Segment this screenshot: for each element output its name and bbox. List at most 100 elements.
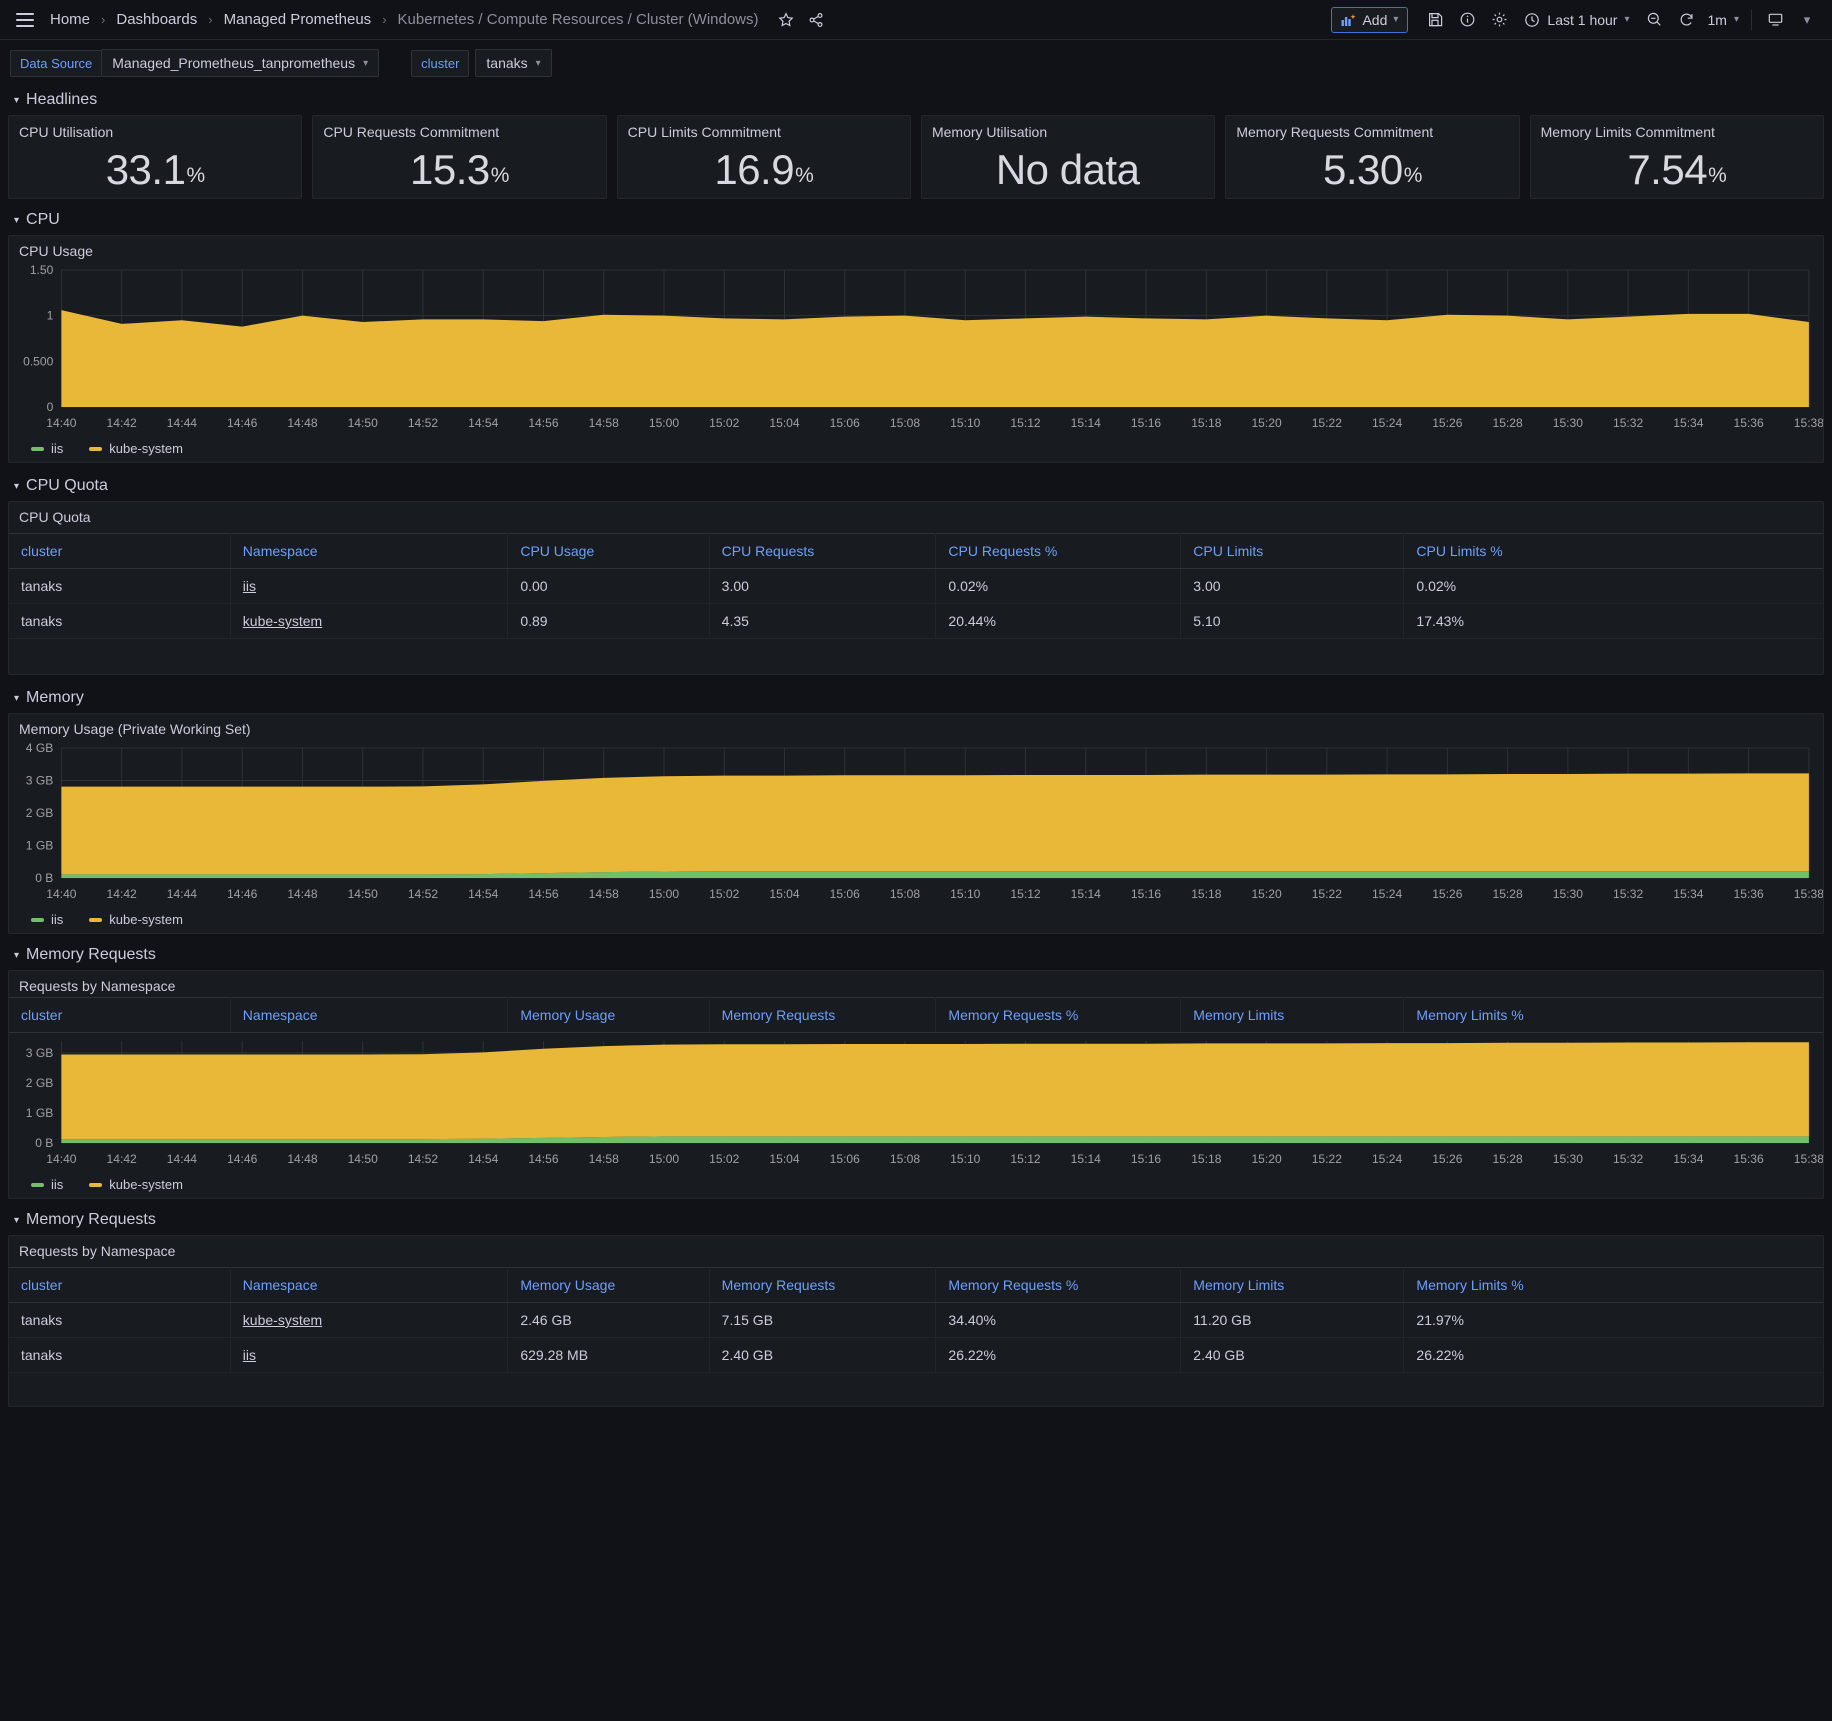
column-header-memory-requests[interactable]: Memory Requests % [935,1267,1182,1303]
chart-memory-usage[interactable]: 4 GB 3 GB 2 GB 1 GB 0 B 14:40 14:42 14:44 14:46 1… [9,740,1823,908]
breadcrumb-item-dashboard-title[interactable]: Kubernetes / Compute Resources / Cluster… [396,11,761,28]
info-icon[interactable] [1452,5,1482,35]
stat-panel-memory-utilisation[interactable]: Memory Utilisation No data [920,115,1216,199]
table-cell: 0.02% [1403,568,1823,604]
namespace-link[interactable]: iis [243,1347,256,1363]
legend-item[interactable]: iis [31,912,63,927]
stat-panel-memory-limits-commitment[interactable]: Memory Limits Commitment 7.54% [1529,115,1824,199]
column-header-memory-requests[interactable]: Memory Requests % [935,997,1182,1033]
column-header-namespace[interactable]: Namespace [230,533,509,569]
column-header-memory-limits[interactable]: Memory Limits % [1403,997,1823,1033]
column-header-cpu-requests[interactable]: CPU Requests [709,533,937,569]
x-axis-tick-label: 15:00 [649,416,680,430]
column-header-cluster[interactable]: cluster [9,1267,231,1303]
x-axis-tick-label: 15:12 [1010,887,1041,901]
panel-title-requests-by-namespace-table: Requests by Namespace [19,1243,176,1259]
zoom-out-time-icon[interactable] [1640,5,1670,35]
star-icon[interactable] [771,5,801,35]
column-header-cluster[interactable]: cluster [9,533,231,569]
breadcrumb-separator-icon: › [208,12,213,27]
x-axis-tick-label: 15:36 [1734,416,1765,430]
namespace-link[interactable]: iis [243,578,256,594]
table-cell: 3.00 [709,568,937,604]
table-cell: 629.28 MB [507,1337,710,1373]
x-axis-tick-label: 15:18 [1191,416,1222,430]
table-cell: 5.10 [1180,603,1405,639]
legend-item[interactable]: kube-system [89,912,183,927]
column-header-memory-usage[interactable]: Memory Usage [507,997,710,1033]
legend-swatch-iis [31,917,44,922]
stat-panel-cpu-limits-commitment[interactable]: CPU Limits Commitment 16.9% [616,115,911,199]
stat-value-wrap: 15.3% [313,142,605,198]
row-header-cpu-quota[interactable]: ▾ CPU Quota [0,471,1832,501]
share-icon[interactable] [801,5,831,35]
table-cell: 26.22% [1403,1337,1823,1373]
stat-panel-cpu-requests-commitment[interactable]: CPU Requests Commitment 15.3% [312,115,607,199]
chart-requests-by-namespace[interactable]: 3 GB 2 GB 1 GB 0 B 14:40 14:42 14:44 14:46 14:48… [9,1033,1823,1173]
column-header-cpu-limits[interactable]: CPU Limits % [1403,533,1823,569]
time-range-picker[interactable]: Last 1 hour ▾ [1516,5,1637,35]
legend-item[interactable]: iis [31,441,63,456]
column-header-memory-usage[interactable]: Memory Usage [507,1267,710,1303]
row-header-memory-requests[interactable]: ▾ Memory Requests [0,940,1832,970]
x-axis-tick-label: 15:36 [1734,1152,1765,1166]
chevron-down-icon: ▾ [1624,14,1630,25]
kiosk-dropdown-icon[interactable]: ▾ [1792,5,1822,35]
tv-kiosk-icon[interactable] [1760,5,1790,35]
column-header-cluster[interactable]: cluster [9,997,231,1033]
add-button-label: Add [1362,11,1388,28]
gear-icon[interactable] [1484,5,1514,35]
column-header-cpu-limits[interactable]: CPU Limits [1180,533,1405,569]
x-axis-tick-label: 15:22 [1312,1152,1343,1166]
namespace-link[interactable]: kube-system [243,613,322,629]
x-axis-tick-label: 14:48 [287,1152,318,1166]
column-header-namespace[interactable]: Namespace [230,1267,509,1303]
x-axis-tick-label: 15:30 [1553,416,1584,430]
column-header-memory-requests[interactable]: Memory Requests [709,997,937,1033]
table-cell: kube-system [230,1302,509,1338]
row-header-headlines-label: Headlines [26,91,98,108]
breadcrumb-item-dashboards[interactable]: Dashboards [114,11,199,28]
column-header-memory-limits[interactable]: Memory Limits % [1403,1267,1823,1303]
row-header-headlines[interactable]: ▾ Headlines [0,85,1832,115]
chevron-down-icon: ▾ [14,692,20,704]
table-row: tanaks kube-system 0.89 4.35 20.44% 5.10 17.43… [9,603,1823,639]
namespace-link[interactable]: kube-system [243,1312,322,1328]
table-cell: tanaks [9,603,231,639]
refresh-icon[interactable] [1672,5,1702,35]
column-header-memory-limits[interactable]: Memory Limits [1180,997,1405,1033]
row-header-memory-requests-table[interactable]: ▾ Memory Requests [0,1205,1832,1235]
x-axis-tick-label: 15:04 [769,887,800,901]
row-header-cpu[interactable]: ▾ CPU [0,205,1832,235]
table-cell: 3.00 [1180,568,1405,604]
column-header-namespace[interactable]: Namespace [230,997,509,1033]
save-dashboard-icon[interactable] [1420,5,1450,35]
x-axis-tick-label: 15:16 [1131,887,1162,901]
column-header-cpu-usage[interactable]: CPU Usage [507,533,710,569]
stat-panel-cpu-utilisation[interactable]: CPU Utilisation 33.1% [8,115,303,199]
add-button[interactable]: Add ▾ [1331,6,1409,33]
hamburger-menu-icon[interactable] [10,5,40,35]
x-axis-tick-label: 14:54 [468,887,499,901]
table-cell: 26.22% [935,1337,1182,1373]
x-axis-tick-label: 14:50 [348,1152,379,1166]
breadcrumb-item-managed-prometheus[interactable]: Managed Prometheus [222,11,374,28]
datasource-variable-select[interactable]: Managed_Prometheus_tanprometheus ▾ [101,49,380,77]
x-axis-tick-label: 15:16 [1131,1152,1162,1166]
cluster-variable-select[interactable]: tanaks ▾ [475,49,552,77]
legend-item[interactable]: iis [31,1177,63,1192]
refresh-interval-picker[interactable]: 1m ▾ [1704,5,1743,35]
legend-item[interactable]: kube-system [89,1177,183,1192]
column-header-cpu-requests[interactable]: CPU Requests % [935,533,1182,569]
stat-panel-memory-requests-commitment[interactable]: Memory Requests Commitment 5.30% [1225,115,1520,199]
column-header-memory-limits[interactable]: Memory Limits [1180,1267,1405,1303]
column-header-memory-requests[interactable]: Memory Requests [709,1267,937,1303]
table-cell: 7.15 GB [709,1302,937,1338]
series-area-kube-system [61,310,1809,407]
legend-item[interactable]: kube-system [89,441,183,456]
row-header-memory[interactable]: ▾ Memory [0,683,1832,713]
breadcrumb-item-home[interactable]: Home [48,11,92,28]
stat-unit: % [1708,164,1727,187]
x-axis-tick-label: 14:40 [46,1152,77,1166]
chart-cpu-usage[interactable]: 1.50 1 0.500 0 14:40 14:42 14:44 14:46 14:48 14:5… [9,262,1823,437]
